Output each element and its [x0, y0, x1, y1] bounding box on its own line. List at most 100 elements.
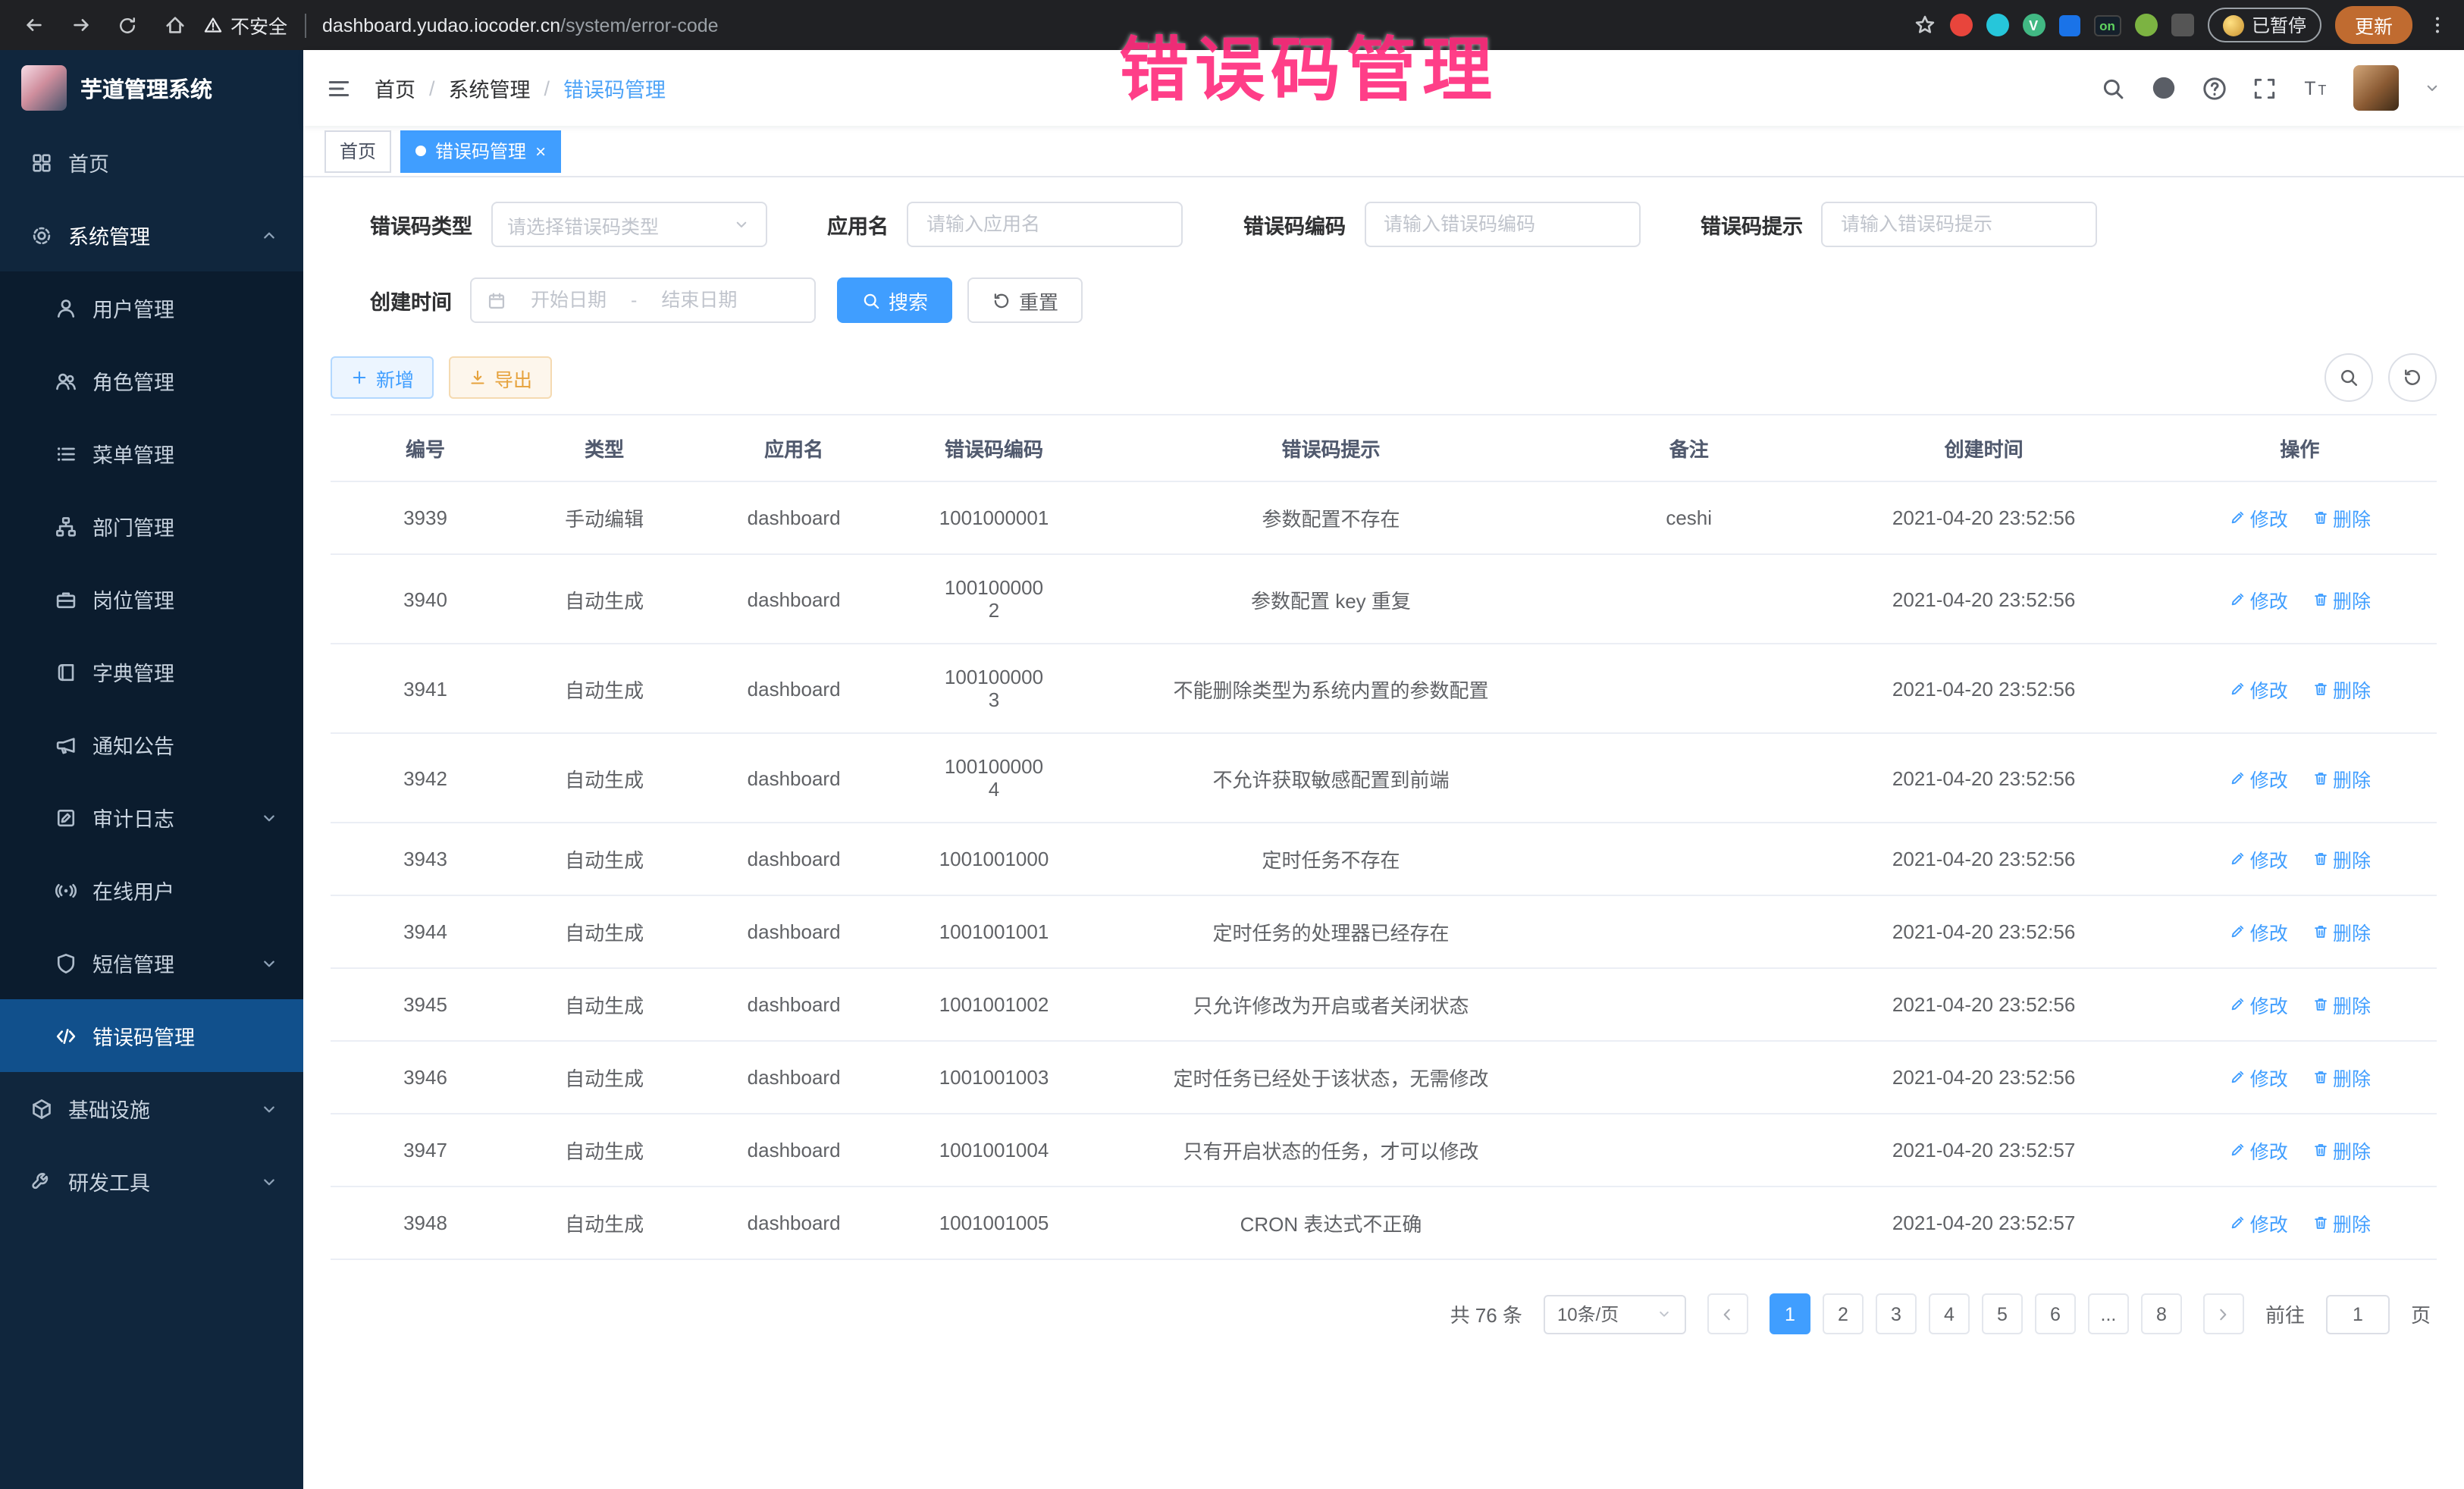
delete-link[interactable]: 删除 — [2312, 845, 2371, 873]
home-icon[interactable] — [156, 7, 193, 43]
goto-page-input[interactable] — [2326, 1294, 2390, 1334]
sidebar-item-system[interactable]: 系统管理 — [0, 199, 303, 271]
sidebar-item-online-users[interactable]: 在线用户 — [0, 854, 303, 926]
caret-down-icon[interactable] — [2423, 79, 2441, 97]
cell-remark — [1573, 644, 1805, 733]
sidebar-toggle[interactable] — [326, 75, 352, 101]
delete-link[interactable]: 删除 — [2312, 1136, 2371, 1165]
kebab-menu-icon[interactable] — [2426, 14, 2449, 36]
extension-icon-green[interactable] — [2135, 14, 2158, 36]
refresh-table-button[interactable] — [2388, 353, 2437, 402]
error-code-table: 编号 类型 应用名 错误码编码 错误码提示 备注 创建时间 操作 3939 — [331, 414, 2437, 1260]
update-button[interactable]: 更新 — [2335, 6, 2412, 44]
delete-link[interactable]: 删除 — [2312, 763, 2371, 792]
edit-link[interactable]: 修改 — [2229, 585, 2288, 613]
back-icon[interactable] — [15, 7, 52, 43]
edit-label: 修改 — [2250, 503, 2288, 532]
export-button[interactable]: 导出 — [449, 356, 552, 399]
sidebar-item-departments[interactable]: 部门管理 — [0, 490, 303, 563]
sidebar-item-audit-log[interactable]: 审计日志 — [0, 781, 303, 854]
delete-link[interactable]: 删除 — [2312, 585, 2371, 613]
end-date-input[interactable] — [646, 288, 752, 312]
sidebar-item-menus[interactable]: 菜单管理 — [0, 417, 303, 490]
edit-link[interactable]: 修改 — [2229, 763, 2288, 792]
date-range-picker[interactable]: - — [470, 277, 816, 323]
add-button[interactable]: 新增 — [331, 356, 434, 399]
delete-link[interactable]: 删除 — [2312, 503, 2371, 532]
delete-link[interactable]: 删除 — [2312, 917, 2371, 946]
app-name-input[interactable] — [923, 212, 1166, 237]
cell-msg: 定时任务不存在 — [1089, 823, 1573, 895]
page-button-5[interactable]: 5 — [1982, 1293, 2023, 1334]
extension-icon-blue[interactable] — [2058, 14, 2080, 36]
delete-link[interactable]: 删除 — [2312, 674, 2371, 703]
vue-devtools-icon[interactable]: V — [2022, 14, 2045, 36]
delete-link[interactable]: 删除 — [2312, 990, 2371, 1019]
extension-icon-teal[interactable] — [1986, 14, 2008, 36]
edit-link[interactable]: 修改 — [2229, 1208, 2288, 1237]
prev-page-button[interactable] — [1707, 1293, 1748, 1334]
edit-link[interactable]: 修改 — [2229, 990, 2288, 1019]
sidebar-item-label: 首页 — [68, 147, 109, 177]
reload-icon[interactable] — [109, 7, 146, 43]
forward-icon[interactable] — [62, 7, 99, 43]
extension-icon-pin[interactable] — [2171, 14, 2194, 36]
github-icon[interactable] — [2150, 74, 2177, 102]
page-button-2[interactable]: 2 — [1823, 1293, 1864, 1334]
sidebar-item-dictionary[interactable]: 字典管理 — [0, 635, 303, 708]
edit-link[interactable]: 修改 — [2229, 674, 2288, 703]
next-page-button[interactable] — [2203, 1293, 2244, 1334]
edit-link[interactable]: 修改 — [2229, 1136, 2288, 1165]
edit-link[interactable]: 修改 — [2229, 1063, 2288, 1092]
close-icon[interactable]: × — [535, 142, 546, 160]
security-chip[interactable]: 不安全 — [203, 11, 287, 39]
sidebar-item-devtools[interactable]: 研发工具 — [0, 1145, 303, 1218]
sidebar-item-positions[interactable]: 岗位管理 — [0, 563, 303, 635]
show-search-button[interactable] — [2324, 353, 2373, 402]
cell-time: 2021-04-20 23:52:56 — [1805, 554, 2163, 644]
page-button-1[interactable]: 1 — [1770, 1293, 1810, 1334]
cell-code: 1001001000 — [899, 823, 1089, 895]
emoji-badge-icon — [2223, 14, 2244, 36]
page-button-6[interactable]: 6 — [2035, 1293, 2076, 1334]
sidebar-item-roles[interactable]: 角色管理 — [0, 344, 303, 417]
url-bar[interactable]: dashboard.yudao.iocoder.cn/system/error-… — [322, 14, 719, 36]
sidebar-item-notices[interactable]: 通知公告 — [0, 708, 303, 781]
sidebar-item-error-code[interactable]: 错误码管理 — [0, 999, 303, 1072]
delete-link[interactable]: 删除 — [2312, 1208, 2371, 1237]
fullscreen-icon[interactable] — [2252, 75, 2277, 101]
search-icon[interactable] — [2100, 75, 2126, 101]
extension-icon-red[interactable] — [1949, 14, 1972, 36]
edit-link[interactable]: 修改 — [2229, 845, 2288, 873]
reset-button[interactable]: 重置 — [967, 277, 1083, 323]
breadcrumb-system[interactable]: 系统管理 — [449, 73, 531, 103]
help-icon[interactable] — [2202, 75, 2227, 101]
search-button[interactable]: 搜索 — [837, 277, 952, 323]
font-size-icon[interactable] — [2302, 74, 2329, 102]
sidebar-item-infrastructure[interactable]: 基础设施 — [0, 1072, 303, 1145]
user-avatar[interactable] — [2353, 65, 2399, 111]
breadcrumb-home[interactable]: 首页 — [375, 73, 415, 103]
edit-link[interactable]: 修改 — [2229, 503, 2288, 532]
error-type-select[interactable]: 请选择错误码类型 — [491, 202, 766, 247]
cell-ops: 修改 删除 — [2163, 554, 2437, 644]
page-button-4[interactable]: 4 — [1929, 1293, 1970, 1334]
sidebar-item-sms[interactable]: 短信管理 — [0, 926, 303, 999]
delete-link[interactable]: 删除 — [2312, 1063, 2371, 1092]
vpn-on-badge[interactable]: on — [2093, 14, 2121, 36]
tab-error-code[interactable]: 错误码管理 × — [400, 130, 561, 172]
sidebar-item-home[interactable]: 首页 — [0, 126, 303, 199]
start-date-input[interactable] — [516, 288, 622, 312]
edit-icon — [2229, 1215, 2246, 1231]
bookmark-star-icon[interactable] — [1913, 14, 1936, 36]
page-button-3[interactable]: 3 — [1876, 1293, 1917, 1334]
paused-badge[interactable]: 已暂停 — [2208, 8, 2321, 42]
more-pages-button[interactable]: ... — [2088, 1293, 2129, 1334]
error-code-input[interactable] — [1381, 212, 1623, 237]
edit-link[interactable]: 修改 — [2229, 917, 2288, 946]
page-size-select[interactable]: 10条/页 — [1544, 1294, 1686, 1334]
tab-home[interactable]: 首页 — [324, 130, 391, 172]
page-button-8[interactable]: 8 — [2141, 1293, 2182, 1334]
sidebar-item-users[interactable]: 用户管理 — [0, 271, 303, 344]
error-hint-input[interactable] — [1838, 212, 2080, 237]
